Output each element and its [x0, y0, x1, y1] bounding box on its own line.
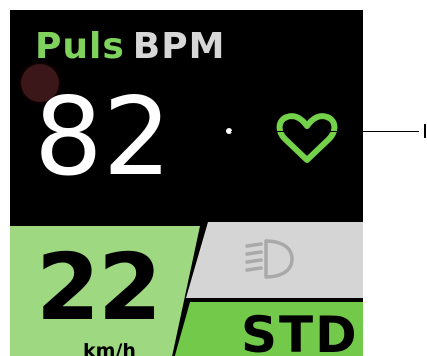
- display-screen: Puls BPM 82 22 km/h STD: [10, 10, 363, 356]
- mode-value: STD: [241, 306, 359, 356]
- headlight-icon: [245, 239, 294, 279]
- callout-line: [231, 131, 419, 132]
- speed-value: 22: [36, 234, 162, 341]
- title-bpm: BPM: [132, 26, 226, 67]
- callout-marker: [424, 124, 426, 138]
- pulse-value: 82: [34, 75, 172, 200]
- page-title: Puls BPM: [35, 29, 225, 65]
- speed-unit: km/h: [83, 340, 136, 356]
- title-puls: Puls: [35, 26, 125, 67]
- heart-icon: [276, 113, 338, 163]
